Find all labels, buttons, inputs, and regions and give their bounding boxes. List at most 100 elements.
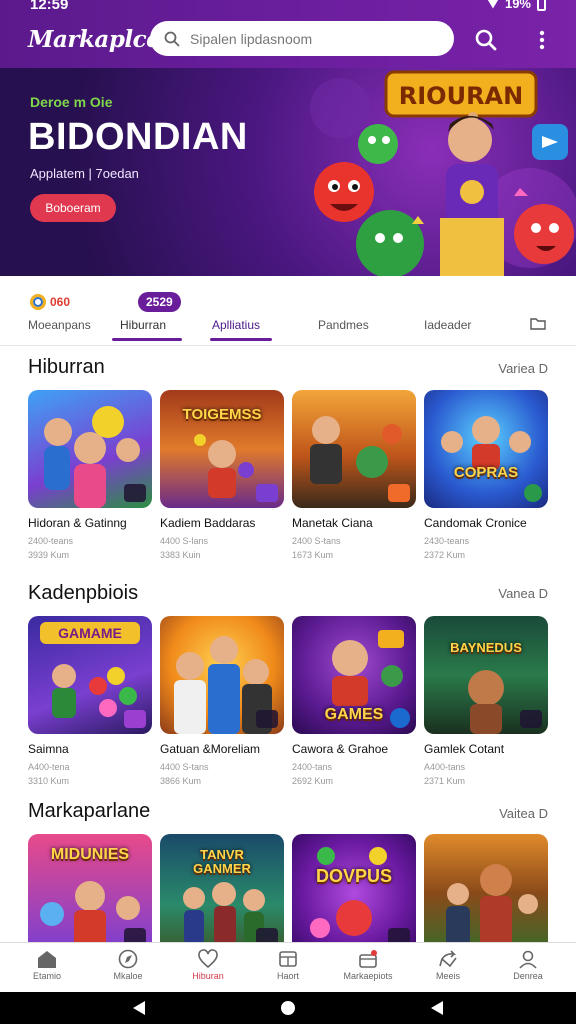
platform-badge — [524, 484, 542, 502]
see-all-link[interactable]: Variea D — [498, 361, 548, 376]
game-thumbnail — [28, 390, 152, 508]
platform-badge — [256, 710, 278, 728]
game-art — [446, 864, 538, 946]
game-meta: 2400-tans 2692 Kum — [292, 762, 334, 786]
battery-level: 19% — [504, 0, 531, 11]
tab-label: Iadeader — [424, 318, 472, 332]
game-title: Cawora & Grahoe — [292, 742, 389, 756]
folder-icon — [530, 318, 546, 330]
marketplace-screen: 12:59 19% Markaplce Deroe m Oie BIDONDIA… — [0, 0, 576, 1024]
wifi-icon — [486, 0, 499, 9]
game-thumbnail — [424, 834, 548, 952]
game-meta: A400-tans 2371 Kum — [424, 762, 466, 786]
game-title: Manetak Ciana — [292, 516, 373, 530]
game-meta: A400-tena 3310 Kum — [28, 762, 70, 786]
see-all-link[interactable]: Vaitea D — [499, 806, 548, 821]
platform-badge — [520, 710, 542, 728]
game-thumbnail: BAYNEDUS — [424, 616, 548, 734]
game-card[interactable]: MIDUNIES — [28, 834, 152, 952]
nav-item-markaepiots[interactable]: Markaepiots — [327, 947, 409, 981]
game-meta: 4400 S-lans 3383 Kuin — [160, 536, 209, 560]
search-icon — [475, 29, 497, 51]
game-card[interactable]: Gatuan &Moreliam 4400 S-tans 3866 Kum — [160, 616, 284, 788]
see-all-link[interactable]: Vanea D — [498, 586, 548, 601]
section-title: Markaparlane — [28, 800, 151, 822]
game-title: Hidoran & Gatinng — [28, 516, 127, 530]
tab-label: Pandmes — [318, 318, 369, 332]
game-thumbnail: GAMES — [292, 616, 416, 734]
back-icon[interactable] — [132, 1000, 146, 1016]
game-thumbnail: DOVPUS — [292, 834, 416, 952]
tab-iadeader[interactable]: Iadeader — [424, 286, 484, 346]
game-card[interactable]: COPRAS Candomak Cronice 2430-teans 2372 K… — [424, 390, 548, 562]
game-meta: 2400 S-tans 1673 Kum — [292, 536, 341, 560]
game-thumbnail: MIDUNIES — [28, 834, 152, 952]
system-navigation-bar — [0, 992, 576, 1024]
compass-icon — [118, 949, 138, 969]
tab-hiburran-underline — [112, 338, 182, 341]
game-thumbnail: TOIGEMSS — [160, 390, 284, 508]
hero-caption: Applatem | 7oedan — [30, 166, 139, 181]
game-card[interactable]: GAMES Cawora & Grahoe 2400-tans 2692 Kum — [292, 616, 416, 788]
tab-aplliatius[interactable]: Aplliatius — [210, 286, 274, 346]
game-card[interactable]: TOIGEMSS Kadiem Baddaras 4400 S-lans 3383… — [160, 390, 284, 562]
cart-icon — [279, 951, 297, 967]
tab-moeanpans-badge: 060 — [30, 294, 70, 310]
platform-badge — [388, 484, 410, 502]
hero-title: BIDONDIAN — [28, 116, 248, 158]
search-input[interactable] — [190, 30, 430, 47]
game-thumbnail: GAMAME — [28, 616, 152, 734]
coin-icon — [30, 294, 46, 310]
game-card[interactable]: BAYNEDUS Gamlek Cotant A400-tans 2371 Kum — [424, 616, 548, 788]
nav-item-hiburan[interactable]: Hiburan — [167, 947, 249, 981]
search-button[interactable] — [470, 24, 502, 56]
more-vertical-icon — [539, 30, 545, 50]
tab-moeanpans[interactable]: 060 Moeanpans — [28, 286, 98, 346]
more-menu-button[interactable] — [530, 24, 554, 56]
home-icon — [38, 951, 56, 968]
platform-badge — [256, 484, 278, 502]
hero-cta-button[interactable]: Boboeram — [30, 194, 116, 222]
platform-badge — [390, 708, 410, 728]
nav-item-mkaloe[interactable]: Mkaloe — [87, 947, 169, 981]
hero-banner[interactable]: Deroe m Oie BIDONDIAN Applatem | 7oedan … — [0, 68, 576, 276]
nav-item-haort[interactable]: Haort — [247, 947, 329, 981]
game-card[interactable]: TANVR GANMER — [160, 834, 284, 952]
search-bar[interactable] — [150, 21, 454, 56]
tab-more[interactable] — [530, 286, 550, 346]
heart-icon — [198, 949, 218, 969]
tab-label: Moeanpans — [28, 318, 91, 332]
nav-item-meeis[interactable]: Meeis — [407, 947, 489, 981]
game-title: Gamlek Cotant — [424, 742, 505, 756]
game-thumbnail — [160, 616, 284, 734]
game-thumbnail: COPRAS — [424, 390, 548, 508]
nav-item-etamio[interactable]: Etamio — [6, 947, 88, 981]
brand-logo[interactable]: Markaplce — [28, 26, 161, 53]
tab-pandmes[interactable]: Pandmes — [318, 286, 378, 346]
share-icon — [439, 950, 457, 968]
platform-badge — [124, 484, 146, 502]
game-title: Candomak Cronice — [424, 516, 527, 530]
section-title: Hiburran — [28, 356, 105, 378]
tab-label: Hiburran — [120, 318, 167, 332]
nav-item-denrea[interactable]: Denrea — [487, 947, 569, 981]
status-icons: 19% — [486, 0, 546, 11]
game-card[interactable]: Manetak Ciana 2400 S-tans 1673 Kum — [292, 390, 416, 562]
game-card[interactable] — [424, 834, 548, 952]
search-icon — [164, 31, 180, 46]
platform-badge — [124, 710, 146, 728]
battery-icon — [537, 0, 546, 11]
svg-text:RIOURAN: RIOURAN — [399, 82, 523, 110]
hero-illustration: RIOURAN — [310, 70, 576, 276]
tab-aplliatius-underline — [210, 338, 272, 341]
game-card[interactable]: DOVPUS — [292, 834, 416, 952]
game-thumbnail: TANVR GANMER — [160, 834, 284, 952]
tab-label: Aplliatius — [212, 318, 261, 332]
category-tabs: 060 Moeanpans 2529 Hiburran Aplliatius P… — [0, 286, 576, 346]
recents-icon[interactable] — [430, 1000, 444, 1016]
game-card[interactable]: Hidoran & Gatinng 2400-teans 3939 Kum — [28, 390, 152, 562]
game-meta: 2400-teans 3939 Kum — [28, 536, 74, 560]
game-card[interactable]: GAMAME Saimna A400-tena 3310 Kum — [28, 616, 152, 788]
tab-hiburran[interactable]: 2529 Hiburran — [112, 286, 186, 346]
home-button-icon[interactable] — [280, 1000, 296, 1016]
